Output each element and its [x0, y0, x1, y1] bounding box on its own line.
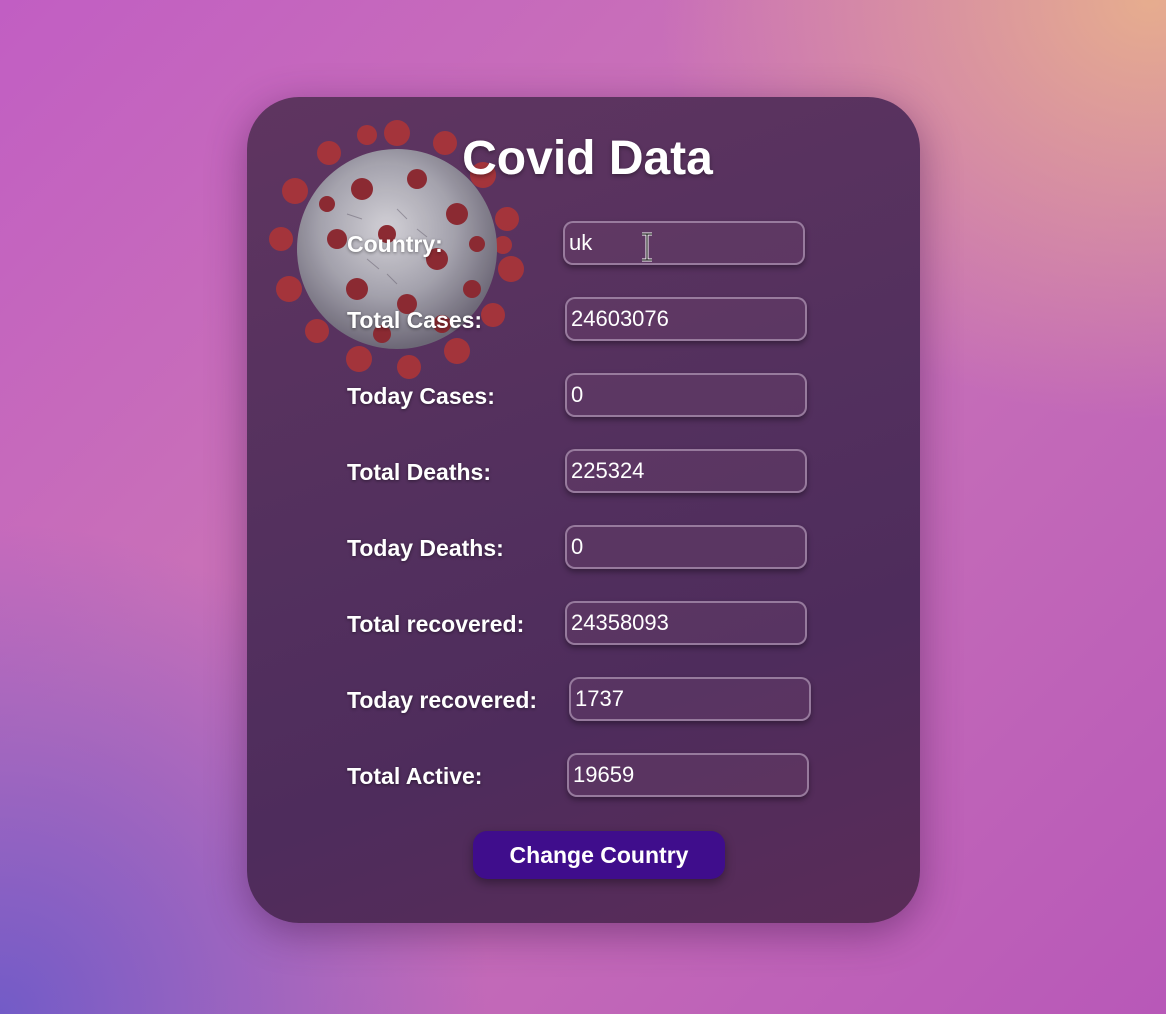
total-cases-field[interactable] — [565, 297, 807, 341]
today-cases-label: Today Cases: — [347, 383, 495, 409]
total-cases-label: Total Cases: — [347, 307, 483, 333]
today-recovered-label: Today recovered: — [347, 687, 538, 713]
total-recovered-row: Total recovered: — [347, 601, 827, 647]
today-cases-row: Today Cases: — [347, 373, 827, 419]
country-input[interactable] — [563, 221, 805, 265]
total-deaths-row: Total Deaths: — [347, 449, 827, 495]
today-deaths-label: Today Deaths: — [347, 535, 504, 561]
today-cases-field[interactable] — [565, 373, 807, 417]
text-cursor-icon — [642, 232, 652, 262]
today-recovered-row: Today recovered: — [347, 677, 827, 723]
covid-data-card: Covid Data Country: Total Cases: Today C… — [247, 97, 920, 923]
total-deaths-field[interactable] — [565, 449, 807, 493]
today-deaths-field[interactable] — [565, 525, 807, 569]
total-active-field[interactable] — [567, 753, 809, 797]
total-deaths-label: Total Deaths: — [347, 459, 491, 485]
total-active-row: Total Active: — [347, 753, 827, 799]
country-row: Country: — [347, 221, 827, 267]
total-recovered-field[interactable] — [565, 601, 807, 645]
total-recovered-label: Total recovered: — [347, 611, 525, 637]
total-active-label: Total Active: — [347, 763, 483, 789]
today-recovered-field[interactable] — [569, 677, 811, 721]
today-deaths-row: Today Deaths: — [347, 525, 827, 571]
page-title: Covid Data — [462, 132, 713, 185]
country-label: Country: — [347, 231, 443, 257]
change-country-button[interactable]: Change Country — [473, 831, 725, 879]
total-cases-row: Total Cases: — [347, 297, 827, 343]
